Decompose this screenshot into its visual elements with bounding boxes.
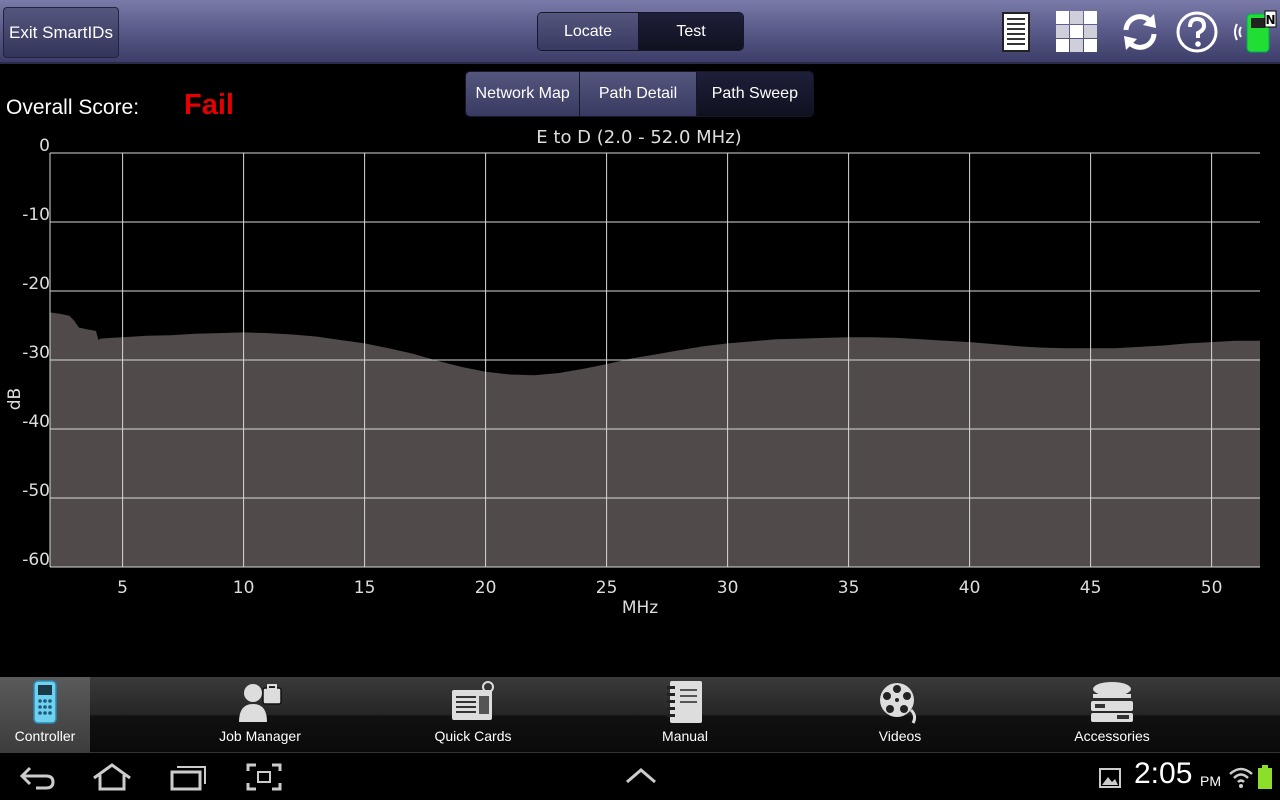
nav-label: Quick Cards bbox=[434, 728, 512, 744]
x-tick-label: 20 bbox=[475, 578, 497, 598]
y-tick-label: -20 bbox=[22, 274, 50, 294]
mode-segmented-control: Locate Test bbox=[537, 12, 744, 51]
tab-path-sweep[interactable]: Path Sweep bbox=[696, 72, 813, 116]
x-tick-label: 30 bbox=[717, 578, 739, 598]
grid-icon[interactable] bbox=[1055, 10, 1099, 54]
nav-label: Accessories bbox=[1074, 728, 1150, 744]
recent-apps-icon[interactable] bbox=[168, 762, 208, 792]
view-segmented-control: Network Map Path Detail Path Sweep bbox=[465, 71, 814, 117]
nav-label: Manual bbox=[662, 728, 708, 744]
tab-locate[interactable]: Locate bbox=[538, 13, 640, 50]
y-tick-label: -30 bbox=[22, 343, 50, 363]
nav-label: Controller bbox=[14, 728, 76, 744]
quick-cards-icon bbox=[452, 681, 494, 720]
accessories-icon bbox=[1091, 682, 1133, 722]
x-tick-label: 35 bbox=[838, 578, 860, 598]
meter-status-icon[interactable]: N bbox=[1232, 10, 1278, 54]
overall-score-value: Fail bbox=[184, 89, 234, 121]
clock-time: 2:05 bbox=[1134, 757, 1193, 790]
refresh-icon[interactable] bbox=[1118, 10, 1162, 54]
y-tick-label: -50 bbox=[22, 481, 50, 501]
sweep-area bbox=[50, 312, 1260, 567]
y-tick-label: -60 bbox=[22, 550, 50, 570]
bottom-navigation: Controller Job Manager Quick Cards Manua… bbox=[0, 677, 1280, 753]
nav-label: Job Manager bbox=[219, 728, 301, 744]
x-tick-label: 45 bbox=[1080, 578, 1102, 598]
x-tick-label: 5 bbox=[117, 578, 128, 598]
help-icon[interactable] bbox=[1175, 10, 1219, 54]
tab-test[interactable]: Test bbox=[639, 13, 743, 50]
sweep-area-layer bbox=[50, 312, 1260, 567]
gallery-notification-icon bbox=[1099, 768, 1121, 788]
exit-smartids-button[interactable]: Exit SmartIDs bbox=[3, 7, 119, 58]
nav-manual[interactable]: Manual bbox=[645, 677, 725, 753]
y-tick-label: 0 bbox=[39, 136, 50, 156]
x-tick-label: 25 bbox=[596, 578, 618, 598]
x-tick-label: 10 bbox=[233, 578, 255, 598]
x-tick-label: 15 bbox=[354, 578, 376, 598]
manual-icon bbox=[667, 681, 702, 723]
clock-ampm: PM bbox=[1200, 773, 1221, 789]
x-tick-label: 50 bbox=[1201, 578, 1223, 598]
y-tick-label: -40 bbox=[22, 412, 50, 432]
nav-controller[interactable]: Controller bbox=[0, 677, 90, 753]
y-tick-label: -10 bbox=[22, 205, 50, 225]
chevron-up-icon[interactable] bbox=[624, 766, 658, 786]
nav-videos[interactable]: Videos bbox=[860, 677, 940, 753]
chart-title: E to D (2.0 - 52.0 MHz) bbox=[536, 127, 741, 148]
x-axis-label: MHz bbox=[622, 598, 658, 618]
tab-path-detail[interactable]: Path Detail bbox=[580, 72, 697, 116]
path-sweep-chart: E to D (2.0 - 52.0 MHz) 0 -10 -20 -30 -40 -50… bbox=[5, 127, 1260, 618]
top-action-bar: Exit SmartIDs Locate Test N bbox=[0, 0, 1280, 64]
screenshot-icon[interactable] bbox=[246, 763, 282, 791]
job-manager-icon bbox=[239, 684, 282, 722]
home-icon[interactable] bbox=[90, 762, 134, 792]
y-axis-label: dB bbox=[5, 388, 25, 410]
overall-score-label: Overall Score: bbox=[6, 96, 140, 119]
report-icon[interactable] bbox=[994, 10, 1038, 54]
x-tick-label: 40 bbox=[959, 578, 981, 598]
wifi-icon bbox=[1229, 767, 1253, 788]
tab-network-map[interactable]: Network Map bbox=[466, 72, 581, 116]
nav-label: Videos bbox=[878, 728, 922, 744]
film-reel-icon bbox=[880, 683, 917, 724]
nav-job-manager[interactable]: Job Manager bbox=[200, 677, 320, 753]
svg-text:N: N bbox=[1265, 13, 1275, 27]
battery-icon bbox=[1258, 765, 1272, 789]
back-icon[interactable] bbox=[18, 762, 58, 792]
nav-quick-cards[interactable]: Quick Cards bbox=[418, 677, 528, 753]
nav-accessories[interactable]: Accessories bbox=[1062, 677, 1162, 753]
controller-icon bbox=[33, 680, 57, 724]
